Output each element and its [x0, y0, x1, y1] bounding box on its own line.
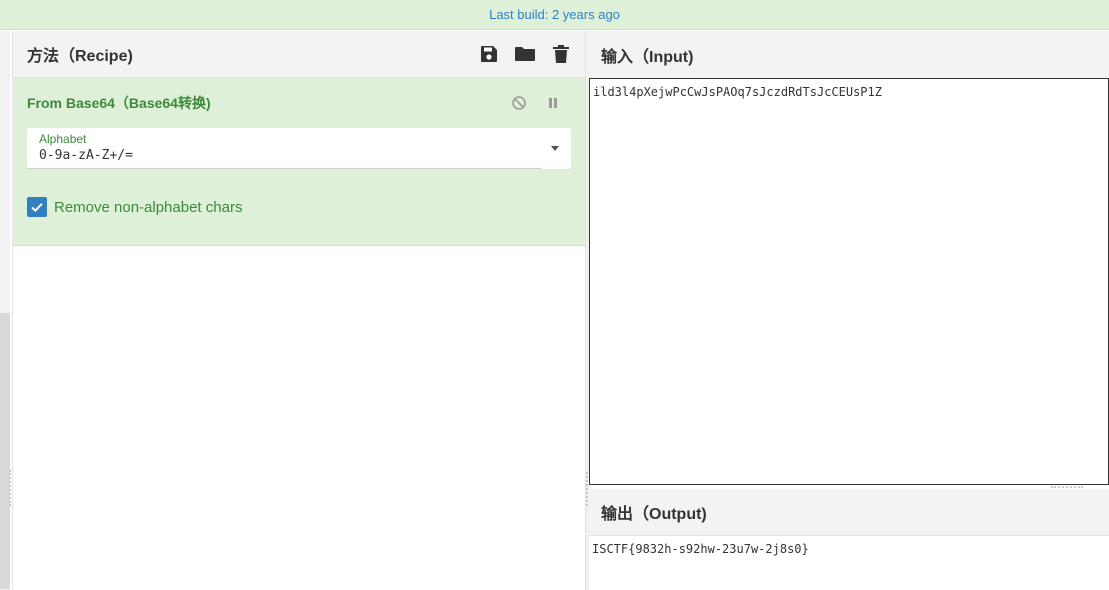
alphabet-value[interactable]: 0-9a-zA-Z+/= — [39, 148, 559, 163]
operations-scrollbar-thumb[interactable] — [0, 313, 10, 589]
remove-non-alphabet-label: Remove non-alphabet chars — [54, 198, 243, 216]
alphabet-underline — [27, 168, 541, 169]
pause-icon[interactable] — [542, 92, 564, 114]
remove-non-alphabet-option[interactable]: Remove non-alphabet chars — [27, 197, 242, 217]
chevron-down-icon[interactable] — [551, 146, 559, 151]
recipe-toolbar — [478, 43, 572, 65]
recipe-title: 方法（Recipe) — [27, 48, 133, 65]
operations-scrollbar[interactable] — [0, 31, 10, 590]
recipe-header: 方法（Recipe) — [13, 31, 586, 78]
io-panel: 输入（Input) ild3l4pXejwPcCwJsPAOq7sJczdRdT… — [589, 31, 1109, 590]
output-title: 输出（Output) — [601, 506, 707, 523]
last-build-banner: Last build: 2 years ago — [0, 0, 1109, 30]
operation-controls — [508, 92, 572, 114]
alphabet-field[interactable]: Alphabet 0-9a-zA-Z+/= — [27, 128, 571, 169]
operation-title: From Base64（Base64转换) — [27, 95, 211, 111]
trash-icon[interactable] — [550, 43, 572, 65]
input-header: 输入（Input) — [589, 31, 1109, 78]
operation-title-row: From Base64（Base64转换) — [27, 78, 572, 128]
save-icon[interactable] — [478, 43, 500, 65]
recipe-panel: 方法（Recipe) From Base64（Base64转换) Alphabe… — [12, 31, 586, 590]
output-header: 输出（Output) — [589, 489, 1109, 536]
alphabet-label: Alphabet — [39, 132, 87, 146]
input-textarea[interactable]: ild3l4pXejwPcCwJsPAOq7sJczdRdTsJcCEUsP1Z — [589, 78, 1109, 485]
disable-icon[interactable] — [508, 92, 530, 114]
folder-icon[interactable] — [514, 43, 536, 65]
last-build-text: Last build: 2 years ago — [489, 7, 620, 22]
checkmark-icon — [31, 203, 43, 213]
input-title: 输入（Input) — [601, 48, 694, 66]
from-base64-operation[interactable]: From Base64（Base64转换) Alphabet 0-9a-zA-Z… — [13, 78, 586, 246]
remove-non-alphabet-checkbox[interactable] — [27, 197, 47, 217]
output-text[interactable]: ISCTF{9832h-s92hw-23u7w-2j8s0} — [589, 536, 1109, 590]
